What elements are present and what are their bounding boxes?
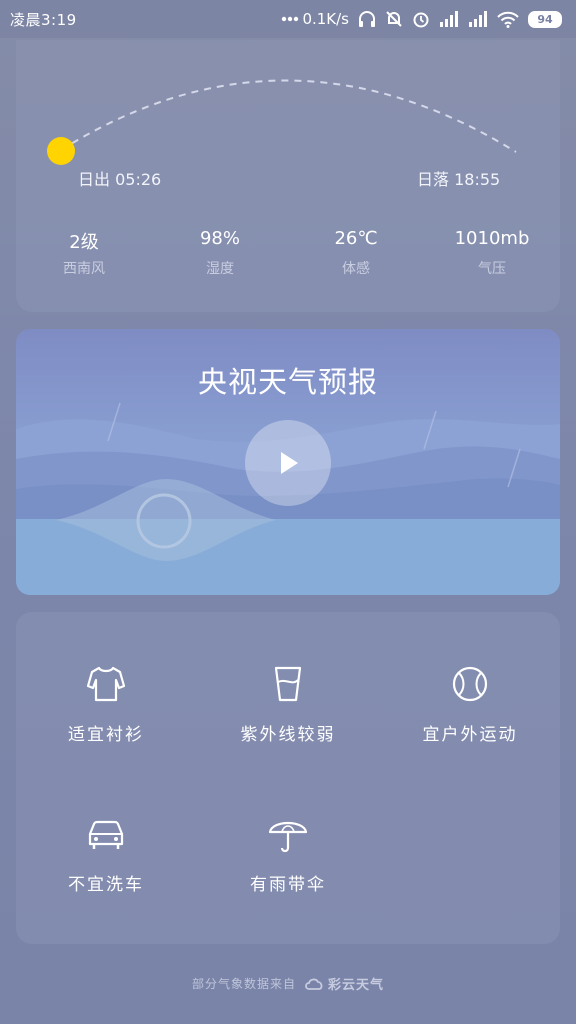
stat-value: 26℃ xyxy=(334,228,378,249)
weather-stats: 2级 西南风 98% 湿度 26℃ 体感 1010mb 气压 xyxy=(16,228,560,278)
stat-wind: 2级 西南风 xyxy=(16,228,152,278)
tip-shirt[interactable]: 适宜衬衫 xyxy=(16,662,196,745)
cctv-weather-video-card[interactable]: 央视天气预报 xyxy=(16,329,560,595)
play-icon xyxy=(281,452,298,474)
stat-humidity: 98% 湿度 xyxy=(152,228,288,278)
signal-icon xyxy=(468,11,488,27)
tip-label: 适宜衬衫 xyxy=(68,725,144,745)
status-bar: 凌晨3:19 0.1K/s 94 xyxy=(0,0,576,38)
sun-icon xyxy=(47,137,75,165)
stat-feels-like: 26℃ 体感 xyxy=(288,228,424,278)
weather-screen: 凌晨3:19 0.1K/s 94 日出 05:26 日落 18:55 2级 西南… xyxy=(0,0,576,1024)
network-speed: 0.1K/s xyxy=(302,10,349,28)
alarm-icon xyxy=(412,10,430,28)
stat-label: 体感 xyxy=(342,261,370,277)
sunrise-time: 日出 05:26 xyxy=(78,170,162,189)
sunset-time: 日落 18:55 xyxy=(417,170,501,189)
sun-card: 日出 05:26 日落 18:55 2级 西南风 98% 湿度 26℃ 体感 1… xyxy=(16,40,560,312)
tip-label: 不宜洗车 xyxy=(68,875,144,895)
stat-pressure: 1010mb 气压 xyxy=(424,228,560,278)
car-icon xyxy=(88,820,124,849)
stat-value: 98% xyxy=(199,228,240,249)
lifestyle-tips-card: 适宜衬衫 紫外线较弱 宜户外运动 不宜洗车 有雨带伞 xyxy=(16,612,560,944)
notifications-off-icon xyxy=(385,10,403,28)
ball-icon xyxy=(452,666,488,702)
headphones-icon xyxy=(358,10,376,28)
stat-value: 2级 xyxy=(69,232,99,253)
stat-value: 1010mb xyxy=(454,228,530,249)
tip-umbrella[interactable]: 有雨带伞 xyxy=(198,812,378,895)
caiyun-brand[interactable]: 彩云天气 xyxy=(304,974,384,993)
more-dots-icon xyxy=(281,16,299,22)
sun-arc xyxy=(47,79,517,165)
tip-uv[interactable]: 紫外线较弱 xyxy=(198,662,378,745)
status-time: 凌晨3:19 xyxy=(10,10,77,29)
cloud-icon xyxy=(305,978,323,990)
status-icons: 0.1K/s 94 xyxy=(281,10,562,28)
video-title: 央视天气预报 xyxy=(197,365,378,399)
tip-label: 有雨带伞 xyxy=(250,875,326,895)
stat-label: 气压 xyxy=(478,261,506,277)
tip-sport[interactable]: 宜户外运动 xyxy=(380,662,560,745)
tip-label: 宜户外运动 xyxy=(422,725,518,745)
signal-icon xyxy=(439,11,459,27)
umbrella-icon xyxy=(268,821,308,853)
cup-icon xyxy=(274,666,302,702)
tip-car-wash[interactable]: 不宜洗车 xyxy=(16,812,196,895)
shirt-icon xyxy=(86,666,126,702)
stat-label: 西南风 xyxy=(63,261,105,277)
footer-brand-label: 彩云天气 xyxy=(328,978,385,993)
stat-label: 湿度 xyxy=(206,261,234,277)
wifi-icon xyxy=(497,11,519,28)
data-source-footer: 部分气象数据来自 彩云天气 xyxy=(0,974,576,993)
tip-label: 紫外线较弱 xyxy=(240,725,336,745)
footer-text: 部分气象数据来自 xyxy=(191,977,296,991)
play-button[interactable] xyxy=(245,420,331,506)
battery-icon: 94 xyxy=(528,10,562,28)
